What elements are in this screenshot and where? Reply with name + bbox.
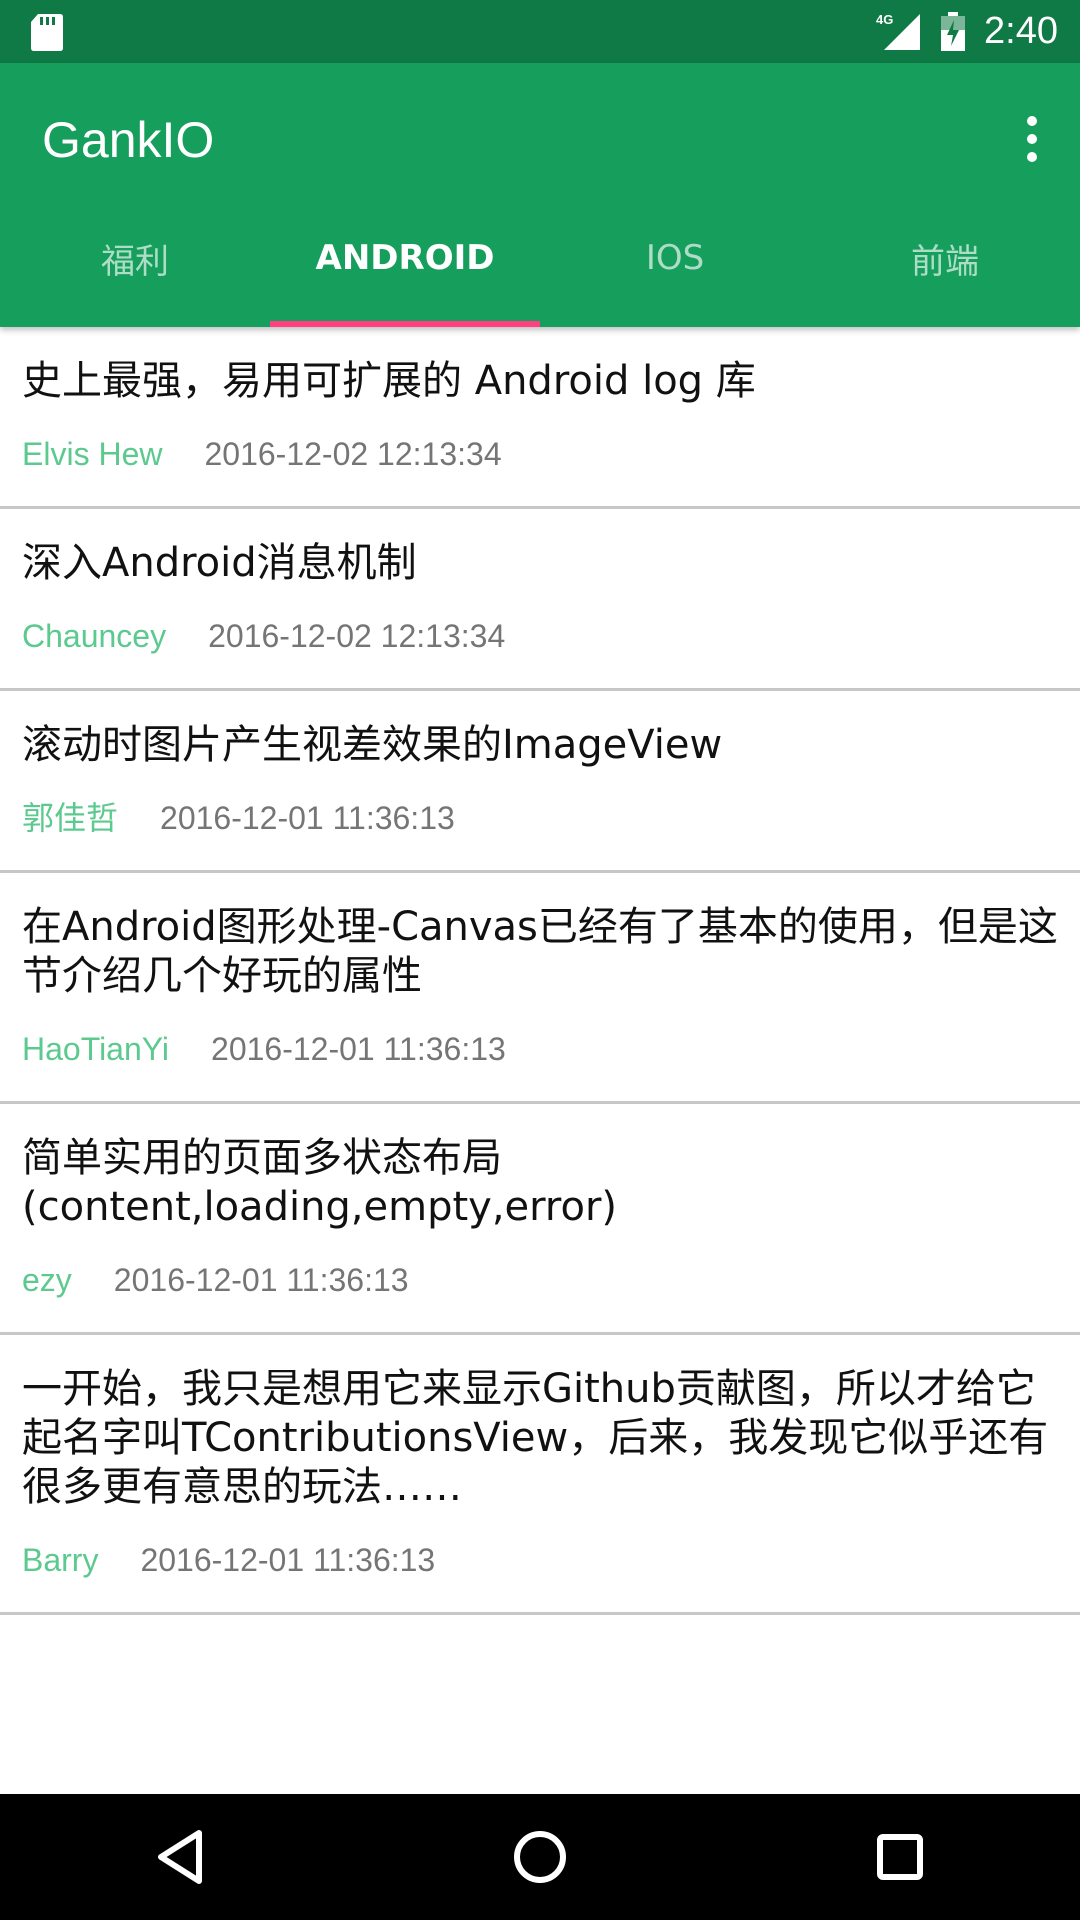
item-title: 史上最强，易用可扩展的 Android log 库 (22, 358, 756, 404)
item-author: HaoTianYi (22, 1031, 170, 1067)
back-icon[interactable] (140, 1817, 220, 1897)
item-date: 2016-12-01 11:36:13 (160, 800, 455, 836)
item-date: 2016-12-02 12:13:34 (208, 618, 506, 654)
signal-icon: 4G (876, 12, 921, 50)
item-title: 深入Android消息机制 (22, 540, 417, 586)
list-item[interactable]: 简单实用的页面多状态布局(content,loading,empty,error… (0, 1104, 1080, 1335)
list-item[interactable]: 滚动时图片产生视差效果的ImageView 郭佳哲 2016-12-01 11:… (0, 691, 1080, 873)
sd-card-icon (31, 14, 63, 51)
app-title: GankIO (42, 112, 215, 168)
list-item[interactable]: 在Android图形处理-Canvas已经有了基本的使用，但是这节介绍几个好玩的… (0, 873, 1080, 1104)
item-author: Barry (22, 1542, 99, 1578)
item-title: 简单实用的页面多状态布局(content,loading,empty,error… (22, 1135, 617, 1230)
item-date: 2016-12-02 12:13:34 (204, 436, 502, 472)
app-bar: GankIO 福利 ANDROID IOS 前端 (0, 63, 1080, 327)
more-vertical-icon[interactable] (1010, 109, 1054, 169)
recents-icon[interactable] (860, 1817, 940, 1897)
tab-android[interactable]: ANDROID (270, 197, 540, 327)
status-bar: 4G 2:40 (0, 0, 1080, 63)
home-icon[interactable] (500, 1817, 580, 1897)
navigation-bar (0, 1794, 1080, 1920)
tab-ios[interactable]: IOS (540, 197, 810, 327)
item-author: 郭佳哲 (22, 800, 119, 836)
item-author: Chauncey (22, 618, 167, 654)
item-title: 在Android图形处理-Canvas已经有了基本的使用，但是这节介绍几个好玩的… (22, 904, 1058, 999)
item-date: 2016-12-01 11:36:13 (113, 1262, 409, 1298)
item-title: 滚动时图片产生视差效果的ImageView (22, 722, 723, 768)
item-date: 2016-12-01 11:36:13 (140, 1542, 436, 1578)
tab-frontend[interactable]: 前端 (810, 197, 1080, 327)
article-list[interactable]: 史上最强，易用可扩展的 Android log 库 Elvis Hew 2016… (0, 327, 1080, 1794)
tab-fuli[interactable]: 福利 (0, 197, 270, 327)
item-author: Elvis Hew (22, 436, 163, 472)
item-date: 2016-12-01 11:36:13 (211, 1031, 506, 1067)
item-title: 一开始，我只是想用它来显示Github贡献图，所以才给它起名字叫TContrib… (22, 1366, 1049, 1510)
item-author: ezy (22, 1262, 72, 1298)
clock: 2:40 (984, 10, 1058, 52)
list-item[interactable]: 一开始，我只是想用它来显示Github贡献图，所以才给它起名字叫TContrib… (0, 1335, 1080, 1615)
network-label: 4G (876, 12, 893, 27)
list-item[interactable]: 深入Android消息机制 Chauncey 2016-12-02 12:13:… (0, 509, 1080, 691)
battery-icon (941, 11, 966, 51)
list-item[interactable]: 史上最强，易用可扩展的 Android log 库 Elvis Hew 2016… (0, 327, 1080, 509)
tab-bar: 福利 ANDROID IOS 前端 (0, 197, 1080, 327)
